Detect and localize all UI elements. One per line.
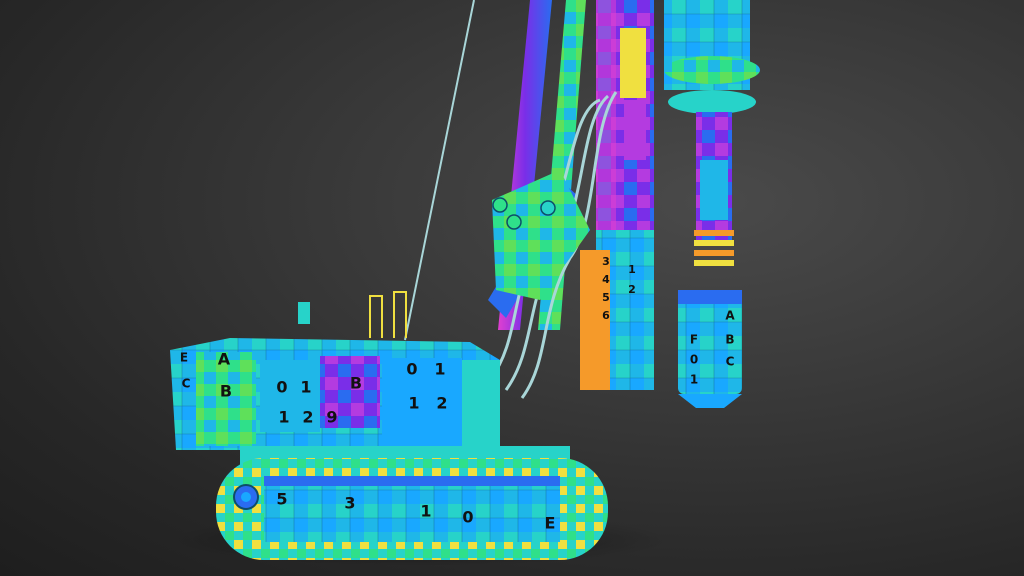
svg-text:0: 0 [462,508,473,527]
svg-text:1: 1 [420,502,431,521]
svg-text:A: A [218,350,231,369]
svg-text:E: E [545,514,556,533]
svg-text:F: F [690,333,698,347]
auger-bucket: F 0 1 A B C [678,290,742,408]
svg-text:0: 0 [406,360,417,379]
support-cable [404,0,475,341]
svg-text:2: 2 [302,408,313,427]
svg-text:5: 5 [602,291,610,304]
svg-text:B: B [350,374,362,393]
spring-coil [694,230,734,266]
svg-text:4: 4 [602,273,610,286]
svg-text:1: 1 [408,394,419,413]
svg-text:2: 2 [436,394,447,413]
svg-text:1: 1 [278,408,289,427]
svg-text:E: E [180,351,188,365]
crawler-track [216,458,608,560]
svg-text:2: 2 [628,283,636,296]
svg-text:1: 1 [628,263,636,276]
svg-text:B: B [220,382,232,401]
railing [369,291,407,338]
svg-text:0: 0 [276,378,287,397]
svg-text:3: 3 [344,494,355,513]
svg-text:A: A [725,309,735,323]
drill-head [664,0,760,266]
svg-text:1: 1 [434,360,445,379]
svg-text:1: 1 [690,373,698,387]
svg-text:9: 9 [326,408,337,427]
svg-text:C: C [726,355,735,369]
pivot-bracket [492,170,590,300]
render-viewport: 3 4 5 6 1 2 F 0 1 A B C E A 0 1 B 0 1 C … [0,0,1024,576]
svg-text:3: 3 [602,255,610,268]
svg-text:B: B [725,333,734,347]
svg-text:0: 0 [690,353,698,367]
svg-text:6: 6 [602,309,610,322]
svg-text:C: C [182,377,191,391]
drilling-rig-render: 3 4 5 6 1 2 F 0 1 A B C E A 0 1 B 0 1 C … [170,0,760,566]
svg-text:5: 5 [276,490,287,509]
svg-text:1: 1 [300,378,311,397]
